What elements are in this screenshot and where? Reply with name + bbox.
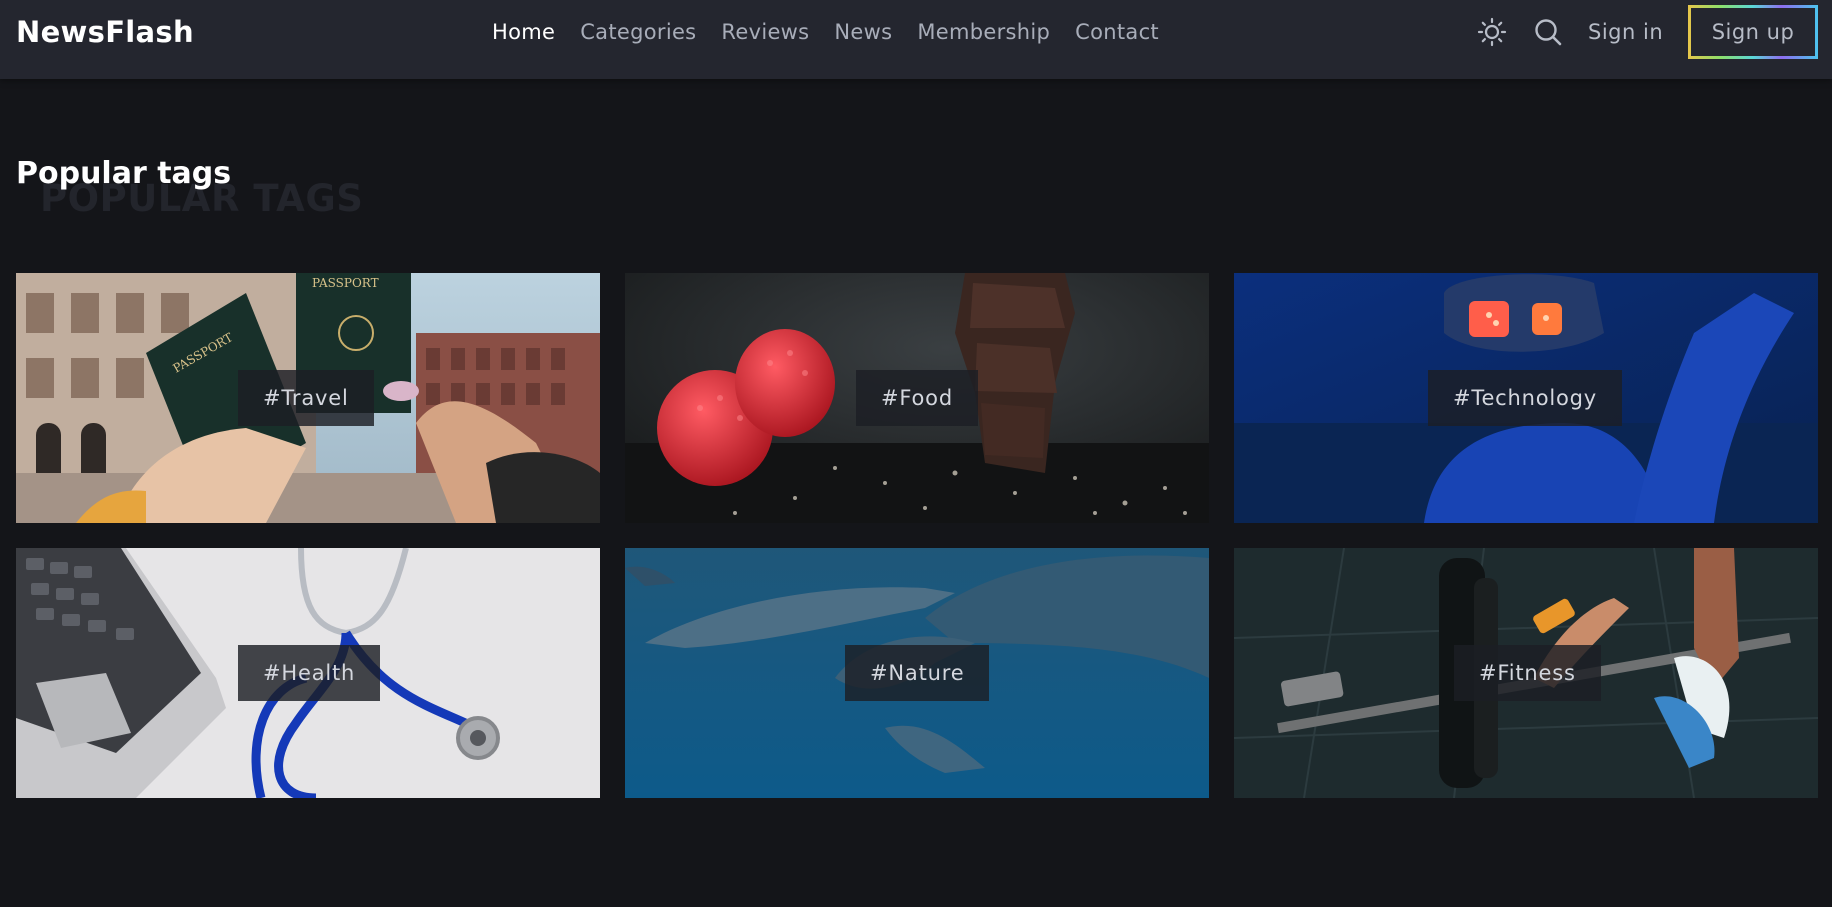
tag-card-health[interactable]: #Health <box>16 548 600 798</box>
nav-item-reviews[interactable]: Reviews <box>721 20 809 44</box>
nav-item-news[interactable]: News <box>834 20 892 44</box>
sun-icon[interactable] <box>1477 17 1507 47</box>
tag-card-nature[interactable]: #Nature <box>625 548 1209 798</box>
main-nav: Home Categories Reviews News Membership … <box>492 20 1184 44</box>
tag-label-technology: #Technology <box>1428 370 1623 426</box>
nav-item-categories[interactable]: Categories <box>580 20 696 44</box>
site-logo[interactable]: NewsFlash <box>16 14 194 50</box>
tag-label-food: #Food <box>856 370 978 426</box>
nav-item-membership[interactable]: Membership <box>917 20 1050 44</box>
search-icon[interactable] <box>1533 17 1563 47</box>
tag-label-health: #Health <box>238 645 381 701</box>
sign-up-button[interactable]: Sign up <box>1688 5 1818 59</box>
nav-item-contact[interactable]: Contact <box>1075 20 1159 44</box>
tag-card-technology[interactable]: #Technology <box>1234 273 1818 523</box>
tag-card-fitness[interactable]: #Fitness <box>1234 548 1818 798</box>
tag-label-nature: #Nature <box>845 645 990 701</box>
tag-label-travel: #Travel <box>238 370 374 426</box>
sign-in-link[interactable]: Sign in <box>1588 20 1663 44</box>
tag-card-travel[interactable]: PASSPORT PASSPORT #Travel <box>16 273 600 523</box>
nav-item-home[interactable]: Home <box>492 20 555 44</box>
section-title: Popular tags <box>16 156 232 191</box>
sign-up-label: Sign up <box>1691 8 1815 56</box>
site-header: NewsFlash Home Categories Reviews News M… <box>0 0 1832 79</box>
svg-text:PASSPORT: PASSPORT <box>312 276 379 290</box>
tag-card-food[interactable]: #Food <box>625 273 1209 523</box>
tag-label-fitness: #Fitness <box>1454 645 1601 701</box>
